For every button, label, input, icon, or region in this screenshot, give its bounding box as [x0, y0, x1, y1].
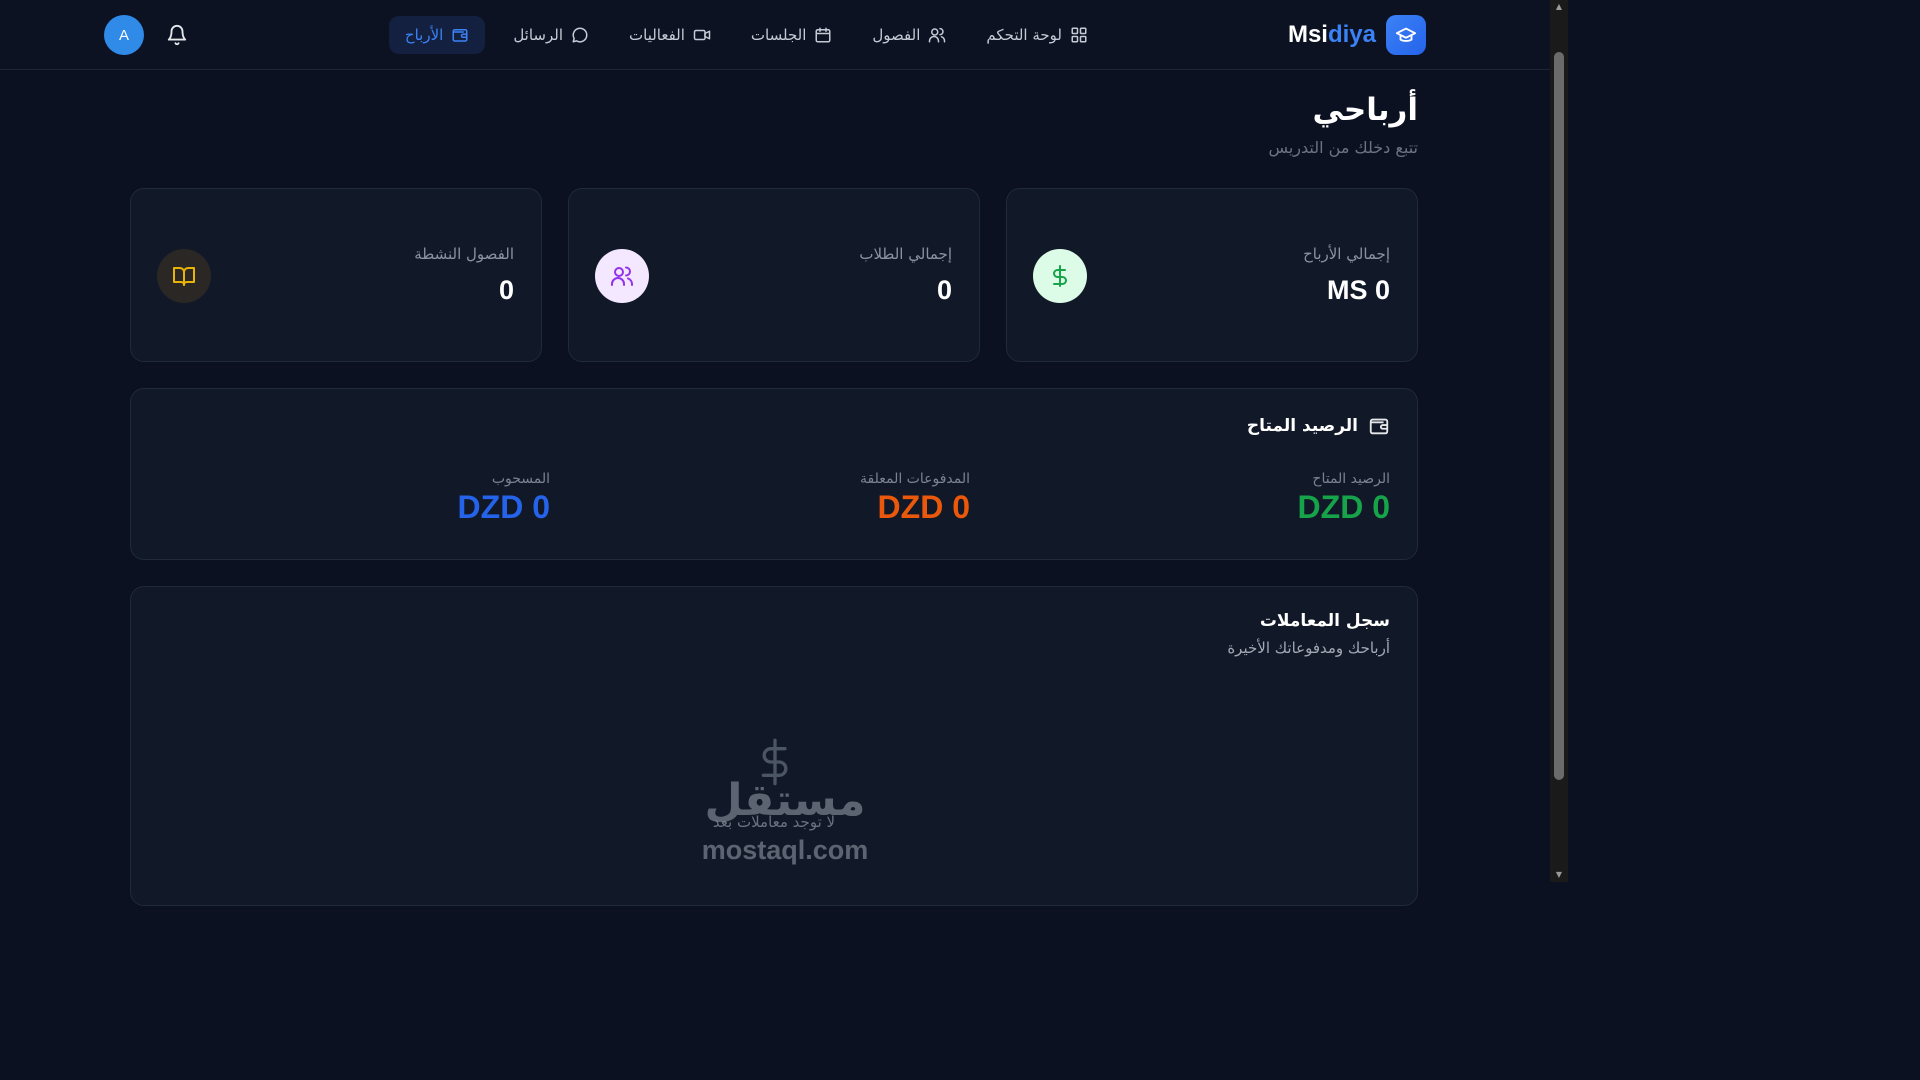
nav-sessions[interactable]: الجلسات	[739, 16, 844, 54]
balance-available: الرصيد المتاح DZD 0	[1298, 471, 1390, 526]
balance-withdrawn: المسحوب DZD 0	[458, 471, 550, 526]
avatar[interactable]: A	[104, 15, 144, 55]
balance-pending: المدفوعات المعلقة DZD 0	[860, 471, 970, 526]
main-nav: لوحة التحكم الفصول الجلسات الفعاليات الر…	[388, 16, 1100, 54]
video-icon	[693, 29, 711, 41]
stat-value: 0	[936, 275, 952, 305]
nav-label: الجلسات	[750, 26, 807, 44]
stat-card-total-earnings: إجمالي الأرباح MS 0	[1006, 188, 1418, 362]
brand-logo[interactable]: Msidiya	[1288, 15, 1426, 55]
stat-card-active-classes: الفصول النشطة 0	[130, 188, 542, 362]
brand-name: Msidiya	[1287, 21, 1376, 48]
nav-label: لوحة التحكم	[986, 26, 1062, 44]
balance-value: DZD 0	[1297, 489, 1390, 525]
page-subtitle: تتبع دخلك من التدريس	[1268, 138, 1418, 157]
stat-label: إجمالي الأرباح	[1303, 245, 1390, 263]
nav-events[interactable]: الفعاليات	[617, 16, 723, 54]
nav-classes[interactable]: الفصول	[860, 16, 958, 54]
nav-dashboard[interactable]: لوحة التحكم	[974, 16, 1100, 54]
nav-label: الأرباح	[404, 26, 444, 44]
nav-messages[interactable]: الرسائل	[501, 16, 601, 54]
top-navbar: Msidiya لوحة التحكم الفصول الجلسات الفعا…	[0, 0, 1550, 70]
nav-label: الفصول	[872, 26, 921, 44]
balance-label: المسحوب	[491, 471, 550, 487]
graduation-cap-icon	[1386, 15, 1426, 55]
stat-label: الفصول النشطة	[414, 245, 514, 263]
page-title: أرباحي	[1312, 92, 1418, 128]
stat-card-total-students: إجمالي الطلاب 0	[568, 188, 980, 362]
scroll-thumb[interactable]	[1554, 52, 1564, 780]
scroll-down-arrow-icon[interactable]: ▼	[1554, 870, 1564, 880]
balance-label: المدفوعات المعلقة	[860, 471, 970, 487]
scroll-up-arrow-icon[interactable]: ▲	[1554, 2, 1564, 12]
bell-icon[interactable]	[166, 24, 188, 46]
nav-label: الفعاليات	[629, 26, 685, 44]
balance-title: الرصيد المتاح	[1247, 415, 1390, 437]
scrollbar[interactable]: ▲ ▼	[1550, 0, 1568, 882]
watermark-logo: مستقل	[704, 775, 866, 826]
transactions-subtitle: أرباحك ومدفوعاتك الأخيرة	[1227, 639, 1390, 657]
calendar-icon	[815, 27, 831, 43]
available-balance-card: الرصيد المتاح الرصيد المتاح DZD 0 المدفو…	[130, 388, 1418, 560]
wallet-icon	[452, 29, 468, 42]
nav-label: الرسائل	[513, 26, 563, 44]
dollar-icon	[1033, 249, 1087, 303]
stat-label: إجمالي الطلاب	[859, 245, 952, 263]
balance-label: الرصيد المتاح	[1312, 471, 1390, 487]
watermark-domain: mostaql.com	[701, 835, 869, 865]
nav-earnings[interactable]: الأرباح	[388, 16, 486, 54]
wallet-icon	[1369, 418, 1389, 435]
dashboard-grid-icon	[1071, 27, 1087, 43]
users-icon	[929, 27, 946, 43]
message-icon	[572, 27, 588, 43]
stat-value: MS 0	[1326, 275, 1390, 305]
stat-value: 0	[498, 275, 514, 305]
book-icon	[157, 249, 211, 303]
users-icon	[595, 249, 649, 303]
transactions-title: سجل المعاملات	[1259, 611, 1390, 631]
watermark: مستقل mostaql.com	[689, 776, 881, 866]
balance-value: DZD 0	[457, 489, 550, 525]
balance-value: DZD 0	[877, 489, 970, 525]
